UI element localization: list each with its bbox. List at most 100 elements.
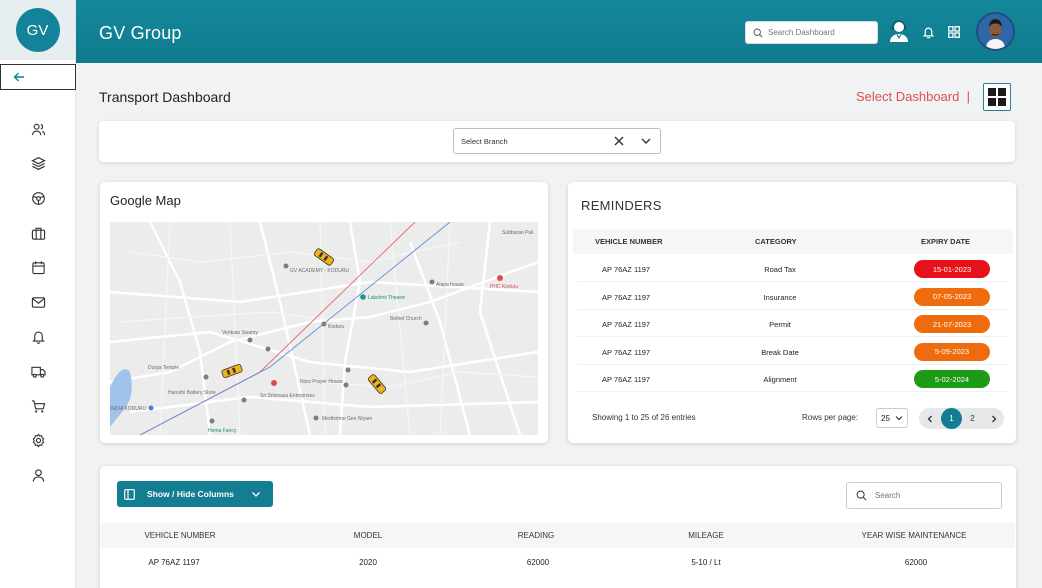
map-pin-bank[interactable]: [148, 405, 154, 411]
table-row[interactable]: AP 76AZ 1197 Alignment 5-02-2024: [578, 367, 1008, 392]
col-vehicle-number: VEHICLE NUMBER: [144, 531, 216, 540]
table-row[interactable]: AP 76AZ 1197 Break Date 5-09-2023: [578, 340, 1008, 365]
calendar-icon: [31, 261, 45, 275]
bell-icon[interactable]: [922, 25, 935, 39]
pagination: 1 2: [919, 408, 1004, 429]
table-search[interactable]: [846, 482, 1002, 509]
steering-wheel-icon: [31, 192, 45, 205]
dashboard-layout-button[interactable]: [983, 83, 1011, 111]
map-label: Alapa house: [436, 282, 464, 288]
table-row[interactable]: AP 76AZ 1197 Insurance 07-05-2023: [578, 285, 1008, 310]
map-pin-hospital[interactable]: [497, 275, 503, 281]
sidebar-item-layers[interactable]: [0, 147, 76, 182]
col-model: MODEL: [353, 531, 383, 540]
col-reading: READING: [517, 531, 555, 540]
reminder-vehicle: AP 76AZ 1197: [602, 375, 651, 384]
map-pin-theatre[interactable]: [360, 294, 366, 300]
cell-mileage: 5-10 / Lt: [691, 558, 721, 567]
map-label: Subbarao Puli: [502, 230, 533, 236]
map-view[interactable]: Subbarao Puli GV ACADEMY - KODURU Lakshm…: [110, 222, 538, 435]
dashboard-search-input[interactable]: [768, 28, 868, 37]
map-label: INDIA KODURU: [110, 406, 147, 412]
rows-per-page-select[interactable]: 25: [876, 408, 908, 428]
map-pin-store[interactable]: [271, 380, 277, 386]
reminder-category: Permit: [769, 320, 791, 329]
reminder-category: Break Date: [761, 347, 799, 357]
col-vehicle-number: VEHICLE NUMBER: [595, 237, 663, 246]
reminder-vehicle: AP 76AZ 1197: [602, 292, 651, 302]
rows-per-page-value: 25: [881, 413, 890, 423]
support-agent-icon[interactable]: [888, 19, 910, 43]
prev-page-button[interactable]: [919, 408, 940, 429]
cell-reading: 62000: [526, 558, 550, 567]
dashboard-layout-icon: [988, 88, 1006, 106]
map-canvas[interactable]: Subbarao Puli GV ACADEMY - KODURU Lakshm…: [110, 222, 538, 435]
table-row[interactable]: AP 76AZ 1197 Road Tax 15-01-2023: [578, 257, 1008, 282]
chevron-right-icon: [991, 415, 996, 422]
branch-select[interactable]: Select Branch: [453, 128, 661, 154]
user-icon: [32, 469, 44, 482]
back-button[interactable]: [0, 64, 76, 90]
entries-info: Showing 1 to 25 of 26 entries: [592, 413, 696, 422]
users-icon: [31, 123, 45, 135]
table-search-input[interactable]: [875, 491, 985, 500]
table-header: VEHICLE NUMBER MODEL READING MILEAGE YEA…: [101, 523, 1015, 548]
sidebar-item-users[interactable]: [0, 112, 76, 147]
sidebar-item-profile[interactable]: [0, 458, 76, 493]
user-avatar[interactable]: [976, 12, 1015, 51]
reminders-header: VEHICLE NUMBER CATEGORY EXPIRY DATE: [573, 229, 1013, 254]
sidebar-nav: [0, 112, 76, 493]
sidebar-item-steering[interactable]: [0, 181, 76, 216]
reminder-category: Alignment: [763, 375, 797, 384]
vehicles-table-card: Show / Hide Columns VEHICLE NUMBER MODEL…: [100, 466, 1016, 588]
map-label: Nizsi Prayer House: [300, 379, 343, 385]
cell-vehicle: AP 76AZ 1197: [148, 558, 200, 567]
reminders-title: REMINDERS: [581, 198, 662, 213]
briefcase-icon: [31, 227, 45, 240]
next-page-button[interactable]: [983, 408, 1004, 429]
logo[interactable]: GV: [15, 8, 60, 52]
sidebar-item-transport[interactable]: [0, 354, 76, 389]
map-label: PHC Koduru: [490, 284, 518, 290]
map-label: Medhirtme Gen Niyam: [322, 416, 372, 422]
sidebar-item-notifications[interactable]: [0, 320, 76, 355]
col-year-wise-maintenance: YEAR WISE MAINTENANCE: [861, 531, 967, 540]
columns-icon: [124, 488, 135, 500]
cell-maintenance: 62000: [904, 558, 928, 567]
table-row[interactable]: AP 76AZ 1197 2020 62000 5-10 / Lt 62000: [101, 550, 1015, 577]
dashboard-search[interactable]: [745, 21, 878, 44]
map-label: GV ACADEMY - KODURU: [290, 268, 349, 274]
map-title: Google Map: [110, 193, 181, 208]
layers-icon: [30, 157, 46, 171]
rows-per-page-label: Rows per page:: [802, 413, 859, 422]
sidebar-item-cart[interactable]: [0, 389, 76, 424]
select-dashboard-label: Select Dashboard: [856, 89, 960, 104]
table-row[interactable]: AP 76AZ 1197 Permit 21-07-2023: [578, 312, 1008, 337]
sidebar-item-mail[interactable]: [0, 285, 76, 320]
sidebar-item-calendar[interactable]: [0, 250, 76, 285]
show-hide-columns-button[interactable]: Show / Hide Columns: [117, 481, 273, 507]
map-label: Lakshmi Theatre: [368, 295, 405, 301]
apps-grid-icon[interactable]: [948, 26, 960, 38]
search-icon: [753, 27, 763, 38]
map-label: Bethel Church: [390, 316, 422, 322]
chevron-down-icon[interactable]: [640, 136, 652, 146]
map-label: Koduru: [328, 324, 344, 330]
sidebar-item-briefcase[interactable]: [0, 216, 76, 251]
sidebar-item-settings[interactable]: [0, 423, 76, 458]
reminder-vehicle: AP 76AZ 1197: [602, 320, 651, 329]
cart-icon: [31, 399, 45, 413]
expiry-badge: 5-02-2024: [914, 370, 990, 388]
chevron-down-icon: [895, 416, 903, 421]
reminder-category: Road Tax: [764, 265, 796, 274]
page-button-1[interactable]: 1: [941, 408, 962, 429]
expiry-badge: 5-09-2023: [914, 342, 990, 361]
clear-icon[interactable]: [612, 134, 626, 148]
truck-icon: [30, 366, 46, 378]
select-dashboard-link[interactable]: Select Dashboard |: [856, 89, 970, 104]
separator: |: [966, 89, 970, 104]
page-button-2[interactable]: 2: [962, 408, 983, 429]
reminder-vehicle: AP 76AZ 1197: [602, 265, 651, 274]
col-expiry-date: EXPIRY DATE: [921, 237, 971, 246]
avatar-image: [978, 14, 1013, 49]
